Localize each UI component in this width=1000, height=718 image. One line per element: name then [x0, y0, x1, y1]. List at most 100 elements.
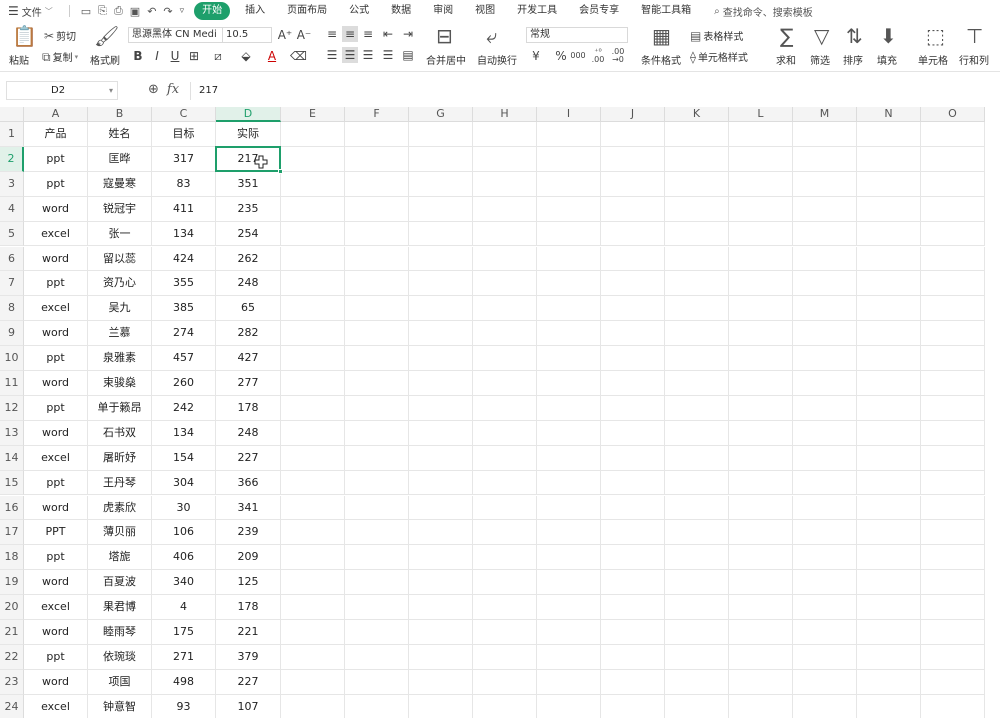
- cell-i20[interactable]: [537, 595, 601, 620]
- cell-g12[interactable]: [409, 395, 473, 421]
- cell-n3[interactable]: [857, 171, 921, 197]
- cell-b10[interactable]: 泉雅素: [88, 346, 152, 371]
- cell-l3[interactable]: [729, 171, 793, 197]
- cell-n14[interactable]: [857, 445, 921, 471]
- tab-page-layout[interactable]: 页面布局: [276, 2, 338, 20]
- cell-g15[interactable]: [409, 470, 473, 496]
- decrease-font-icon[interactable]: A⁻: [296, 27, 312, 43]
- cell-i5[interactable]: [537, 221, 601, 247]
- cell-c6[interactable]: 424: [152, 246, 216, 272]
- cell-f17[interactable]: [345, 520, 409, 546]
- formula-input[interactable]: 217: [190, 82, 1000, 100]
- font-color-icon[interactable]: A: [264, 48, 280, 64]
- tab-review[interactable]: 审阅: [422, 2, 464, 20]
- cell-i13[interactable]: [537, 420, 601, 446]
- row-header[interactable]: 10: [0, 346, 24, 371]
- align-center-icon[interactable]: ☰: [342, 47, 358, 63]
- cell-e18[interactable]: [281, 545, 345, 571]
- cell-l22[interactable]: [729, 644, 793, 670]
- cell-k19[interactable]: [665, 570, 729, 596]
- column-header-m[interactable]: M: [793, 107, 857, 122]
- cell-g4[interactable]: [409, 196, 473, 222]
- cell-n12[interactable]: [857, 395, 921, 421]
- cell-c14[interactable]: 154: [152, 445, 216, 471]
- cell-d14[interactable]: 227: [216, 445, 281, 471]
- cell-i12[interactable]: [537, 395, 601, 421]
- cell-c3[interactable]: 83: [152, 171, 216, 197]
- cell-a11[interactable]: word: [24, 371, 88, 396]
- cell-g20[interactable]: [409, 595, 473, 620]
- cell-d16[interactable]: 341: [216, 495, 281, 521]
- cell-g13[interactable]: [409, 420, 473, 446]
- cell-i15[interactable]: [537, 470, 601, 496]
- cell-a13[interactable]: word: [24, 420, 88, 446]
- cell-b3[interactable]: 寇曼寒: [88, 171, 152, 197]
- cell-b7[interactable]: 资乃心: [88, 271, 152, 297]
- cell-j9[interactable]: [601, 321, 665, 347]
- cell-h11[interactable]: [473, 371, 537, 396]
- cell-a10[interactable]: ppt: [24, 346, 88, 371]
- cell-f1[interactable]: [345, 122, 409, 147]
- cell-f20[interactable]: [345, 595, 409, 620]
- cell-a7[interactable]: ppt: [24, 271, 88, 297]
- cell-m22[interactable]: [793, 644, 857, 670]
- cell-o21[interactable]: [921, 620, 985, 645]
- cell-e6[interactable]: [281, 246, 345, 272]
- cell-m24[interactable]: [793, 694, 857, 718]
- cell-g1[interactable]: [409, 122, 473, 147]
- cell-j1[interactable]: [601, 122, 665, 147]
- cell-i1[interactable]: [537, 122, 601, 147]
- cell-d7[interactable]: 248: [216, 271, 281, 297]
- zoom-icon[interactable]: ⊕: [148, 82, 159, 97]
- cell-k5[interactable]: [665, 221, 729, 247]
- cell-i9[interactable]: [537, 321, 601, 347]
- cell-b5[interactable]: 张一: [88, 221, 152, 247]
- tab-home[interactable]: 开始: [194, 2, 231, 20]
- cell-e12[interactable]: [281, 395, 345, 421]
- cell-o20[interactable]: [921, 595, 985, 620]
- cell-f19[interactable]: [345, 570, 409, 596]
- cell-i17[interactable]: [537, 520, 601, 546]
- merge-cells-icon[interactable]: ⊟: [436, 26, 453, 46]
- cell-d3[interactable]: 351: [216, 171, 281, 197]
- cell-n15[interactable]: [857, 470, 921, 496]
- cell-m13[interactable]: [793, 420, 857, 446]
- fill-color-icon[interactable]: ⧄: [210, 48, 226, 64]
- cell-m21[interactable]: [793, 620, 857, 645]
- cell-k18[interactable]: [665, 545, 729, 571]
- cell-k10[interactable]: [665, 346, 729, 371]
- cell-i4[interactable]: [537, 196, 601, 222]
- cell-o4[interactable]: [921, 196, 985, 222]
- cell-b9[interactable]: 兰慕: [88, 321, 152, 347]
- cell-m5[interactable]: [793, 221, 857, 247]
- conditional-format-button[interactable]: 条件格式: [641, 52, 681, 67]
- cell-b18[interactable]: 塔旎: [88, 545, 152, 571]
- format-painter-button[interactable]: 格式刷: [90, 52, 120, 67]
- cell-a12[interactable]: ppt: [24, 395, 88, 421]
- cell-m18[interactable]: [793, 545, 857, 571]
- cell-l17[interactable]: [729, 520, 793, 546]
- indent-decrease-icon[interactable]: ⇤: [380, 26, 396, 42]
- cell-j7[interactable]: [601, 271, 665, 297]
- column-header-i[interactable]: I: [537, 107, 601, 122]
- cell-o3[interactable]: [921, 171, 985, 197]
- print-preview-icon[interactable]: ▣: [130, 5, 140, 18]
- cell-i11[interactable]: [537, 371, 601, 396]
- cell-b22[interactable]: 依琬琰: [88, 644, 152, 670]
- cell-h9[interactable]: [473, 321, 537, 347]
- cell-i7[interactable]: [537, 271, 601, 297]
- cell-m23[interactable]: [793, 669, 857, 695]
- row-header[interactable]: 11: [0, 371, 24, 396]
- italic-icon[interactable]: I: [149, 48, 165, 64]
- cell-h17[interactable]: [473, 520, 537, 546]
- cell-b14[interactable]: 屠昕妤: [88, 445, 152, 471]
- thousands-separator-button[interactable]: 000: [570, 48, 586, 64]
- cell-d18[interactable]: 209: [216, 545, 281, 571]
- cell-f13[interactable]: [345, 420, 409, 446]
- cell-b16[interactable]: 虎素欣: [88, 495, 152, 521]
- cell-a23[interactable]: word: [24, 669, 88, 695]
- paste-button[interactable]: 粘贴: [9, 52, 29, 67]
- cell-j18[interactable]: [601, 545, 665, 571]
- export-pdf-icon[interactable]: ⎘: [98, 4, 107, 18]
- number-format-select[interactable]: 常规: [526, 27, 628, 43]
